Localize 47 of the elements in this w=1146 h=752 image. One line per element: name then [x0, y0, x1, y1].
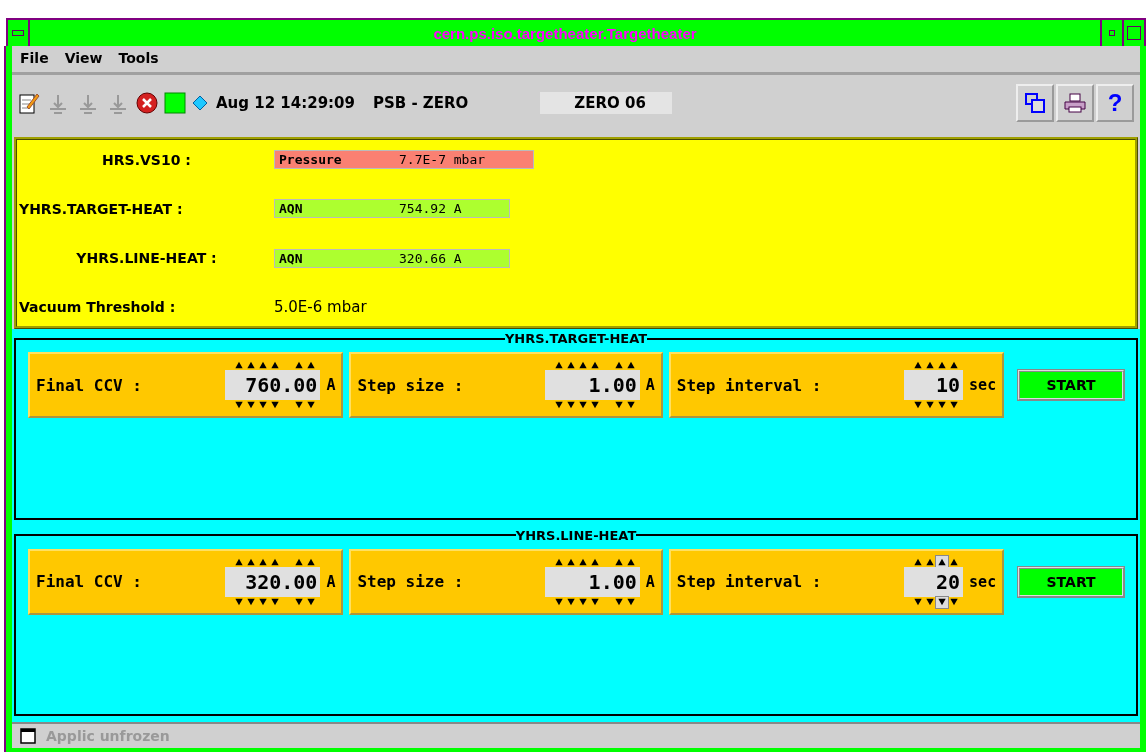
windows-button[interactable] [1016, 84, 1054, 122]
menu-item[interactable]: Tools [118, 50, 159, 68]
unit-label: sec [969, 572, 997, 591]
group-title: YHRS.TARGET-HEAT [504, 331, 648, 346]
threshold-value: 5.0E-6 mbar [274, 298, 367, 316]
start-button[interactable]: START [1018, 566, 1124, 597]
help-button[interactable]: ? [1096, 84, 1134, 122]
error-icon[interactable] [136, 92, 158, 114]
unit-label: sec [969, 376, 997, 394]
unit-label: A [645, 376, 655, 394]
context-label: PSB - ZERO [372, 94, 469, 112]
window-title: cern.ps.iso.targetheater.Targetheater [432, 24, 698, 42]
printer-icon [1063, 92, 1087, 114]
timestamp: Aug 12 14:29:09 [216, 94, 355, 112]
value-field[interactable]: 760.00 [225, 370, 321, 400]
unit-label: A [326, 572, 336, 591]
reading-label: YHRS.TARGET-HEAT : [19, 200, 184, 217]
setting-label: Step interval : [676, 375, 823, 395]
value-field[interactable]: 10 [903, 370, 964, 400]
reading-label: Vacuum Threshold : [19, 299, 177, 315]
readout-field: AQN 754.92 A [274, 199, 510, 219]
value-field[interactable]: 20 [903, 566, 964, 597]
value-field[interactable]: 1.00 [544, 370, 640, 400]
windows-icon [1024, 92, 1046, 114]
start-button[interactable]: START [1018, 370, 1124, 400]
readout-field: Pressure 7.7E-7 mbar [274, 150, 534, 169]
maximize-button[interactable] [1122, 20, 1144, 46]
unit-label: A [645, 572, 655, 591]
menu-item[interactable]: File [20, 50, 49, 68]
setting-label: Final CCV : [36, 375, 143, 395]
unit-label: A [326, 376, 336, 394]
window-icon [20, 728, 36, 744]
setting-label: Step size : [357, 375, 465, 395]
value-field[interactable]: 1.00 [544, 566, 640, 597]
user-field: ZERO 06 [540, 92, 672, 114]
print-button[interactable] [1056, 84, 1094, 122]
readout-field: AQN 320.66 A [274, 248, 510, 268]
setting-label: Final CCV : [36, 572, 143, 591]
notepad-pencil-icon[interactable] [18, 91, 40, 115]
group-title: YHRS.LINE-HEAT [515, 527, 637, 543]
menu-item[interactable]: View [64, 50, 103, 68]
setting-label: Step interval : [676, 572, 823, 591]
setting-label: Step size : [357, 572, 465, 591]
value-field[interactable]: 320.00 [225, 566, 321, 597]
reading-label: HRS.VS10 : [101, 151, 192, 168]
diamond-icon[interactable] [192, 95, 208, 111]
reading-label: YHRS.LINE-HEAT : [75, 250, 218, 267]
